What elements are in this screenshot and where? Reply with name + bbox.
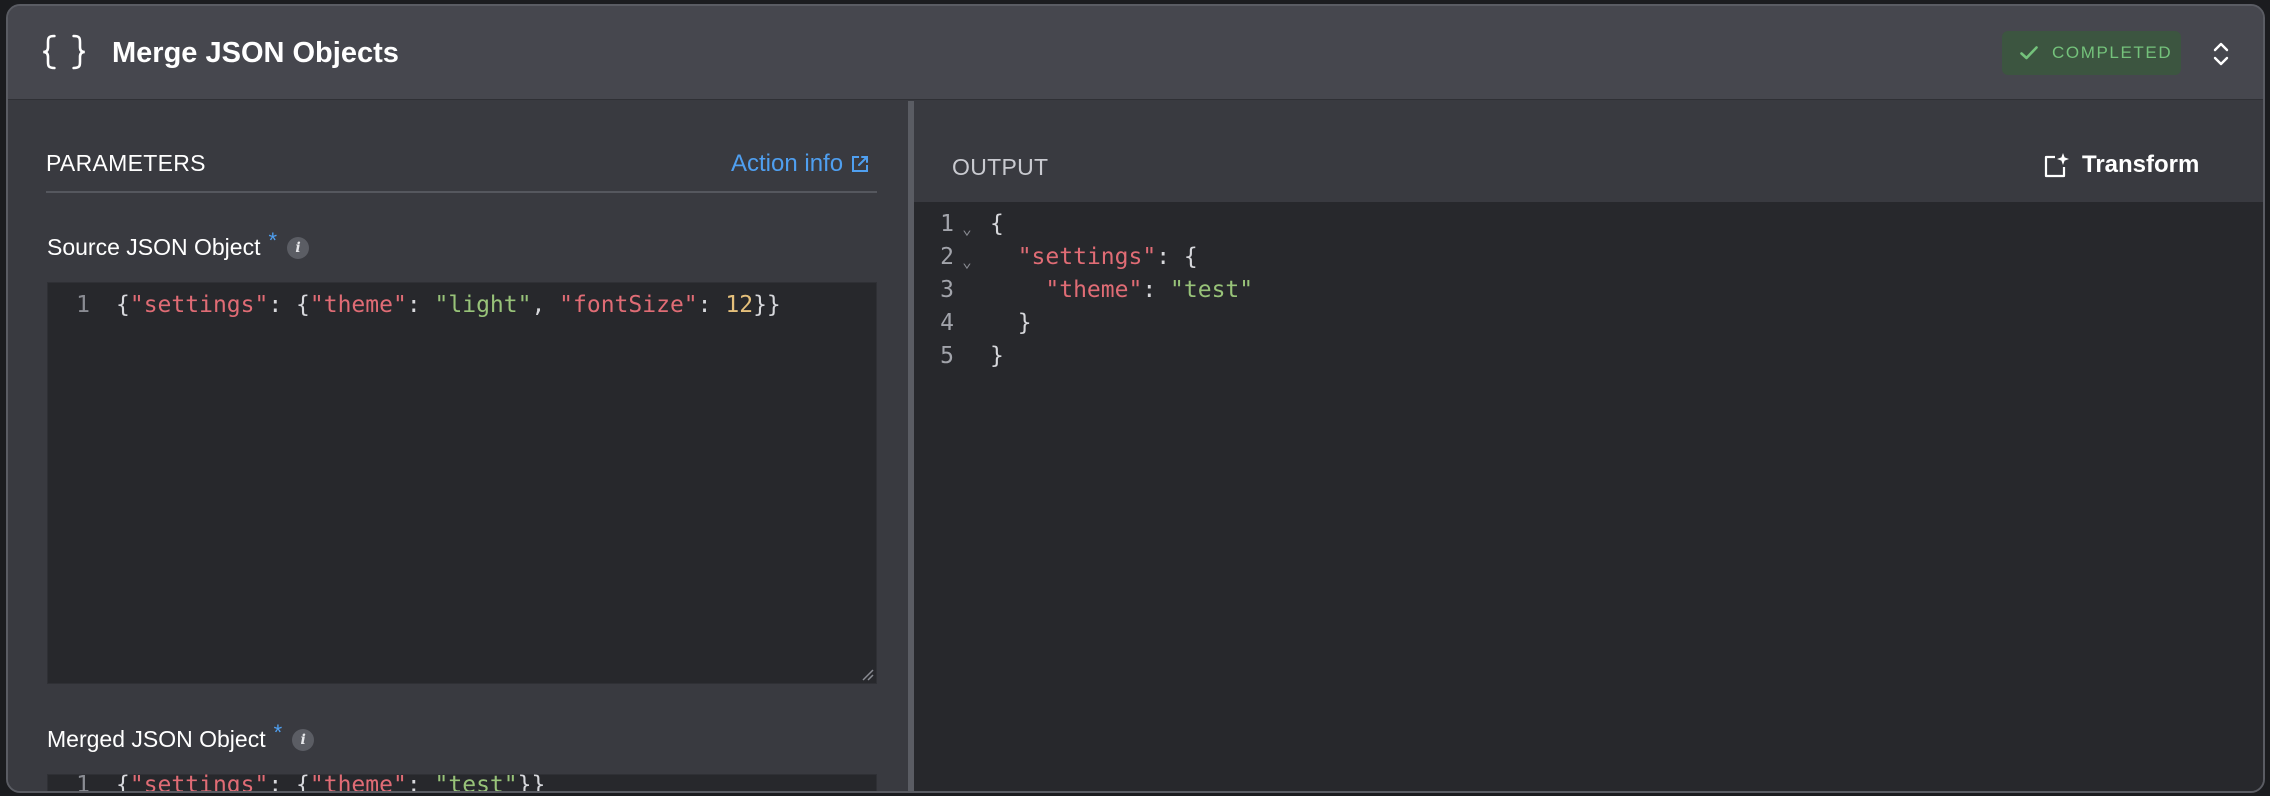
info-icon[interactable]: i (292, 729, 315, 751)
output-json-viewer[interactable]: 1 ⌄ { 2 ⌄ "settings": { 3 "theme": "test… (914, 202, 2263, 791)
line-number: 3 (940, 277, 954, 303)
parameters-title: PARAMETERS (46, 150, 206, 176)
line-number: 4 (940, 310, 954, 336)
expand-collapse-button[interactable] (2204, 36, 2238, 72)
editor-line: 1 {"settings": {"theme": "test"}} (48, 769, 876, 793)
transform-label: Transform (2082, 151, 2200, 178)
source-json-code: {"settings": {"theme": "light", "fontSiz… (116, 292, 781, 318)
line-number: 1 (76, 292, 90, 318)
output-line: 3 "theme": "test" (914, 274, 2263, 307)
required-asterisk: * (268, 228, 278, 253)
line-number: 1 (76, 772, 90, 793)
output-line: 4 } (914, 307, 2263, 340)
merged-json-code: {"settings": {"theme": "test"}} (116, 772, 546, 793)
status-badge: COMPLETED (2002, 31, 2181, 75)
fold-chevron-icon[interactable]: ⌄ (954, 241, 980, 274)
info-icon[interactable]: i (287, 237, 310, 259)
source-json-editor[interactable]: 1 {"settings": {"theme": "light", "fontS… (47, 282, 877, 684)
step-header: Merge JSON Objects COMPLETED (8, 6, 2263, 100)
transform-button[interactable]: Transform (2042, 145, 2199, 185)
resize-handle-icon[interactable] (860, 667, 874, 681)
output-panel: OUTPUT Transform 1 ⌄ { 2 ⌄ "settings": {… (914, 101, 2263, 791)
fold-chevron-icon[interactable]: ⌄ (954, 208, 980, 241)
merged-json-label-text: Merged JSON Object (47, 726, 266, 752)
required-asterisk: * (273, 720, 283, 745)
line-number: 2 (940, 244, 954, 270)
curly-braces-icon (28, 30, 88, 74)
merged-json-label: Merged JSON Object * i (47, 720, 315, 753)
source-json-label: Source JSON Object * i (47, 228, 310, 261)
parameters-panel: PARAMETERS Action info Source JSON Objec… (8, 101, 908, 791)
merge-json-window: Merge JSON Objects COMPLETED PARAMETERS … (6, 4, 2265, 793)
check-icon (2020, 46, 2038, 60)
parameters-divider (46, 191, 877, 193)
output-line: 2 ⌄ "settings": { (914, 241, 2263, 274)
status-text: COMPLETED (2052, 43, 2173, 62)
line-number: 5 (940, 343, 954, 369)
editor-line: 1 {"settings": {"theme": "light", "fontS… (48, 289, 876, 322)
output-line: 1 ⌄ { (914, 208, 2263, 241)
transform-sparkle-icon (2044, 153, 2069, 178)
external-link-icon (852, 156, 869, 172)
source-json-label-text: Source JSON Object (47, 234, 261, 260)
chevron-up-down-icon (2213, 42, 2229, 66)
output-title: OUTPUT (952, 154, 1049, 180)
merged-json-editor[interactable]: 1 {"settings": {"theme": "test"}} (47, 772, 877, 791)
action-info-link[interactable]: Action info (731, 149, 869, 179)
output-line: 5 } (914, 340, 2263, 373)
action-info-label: Action info (731, 150, 844, 177)
line-number: 1 (940, 211, 954, 237)
step-title: Merge JSON Objects (112, 37, 399, 69)
